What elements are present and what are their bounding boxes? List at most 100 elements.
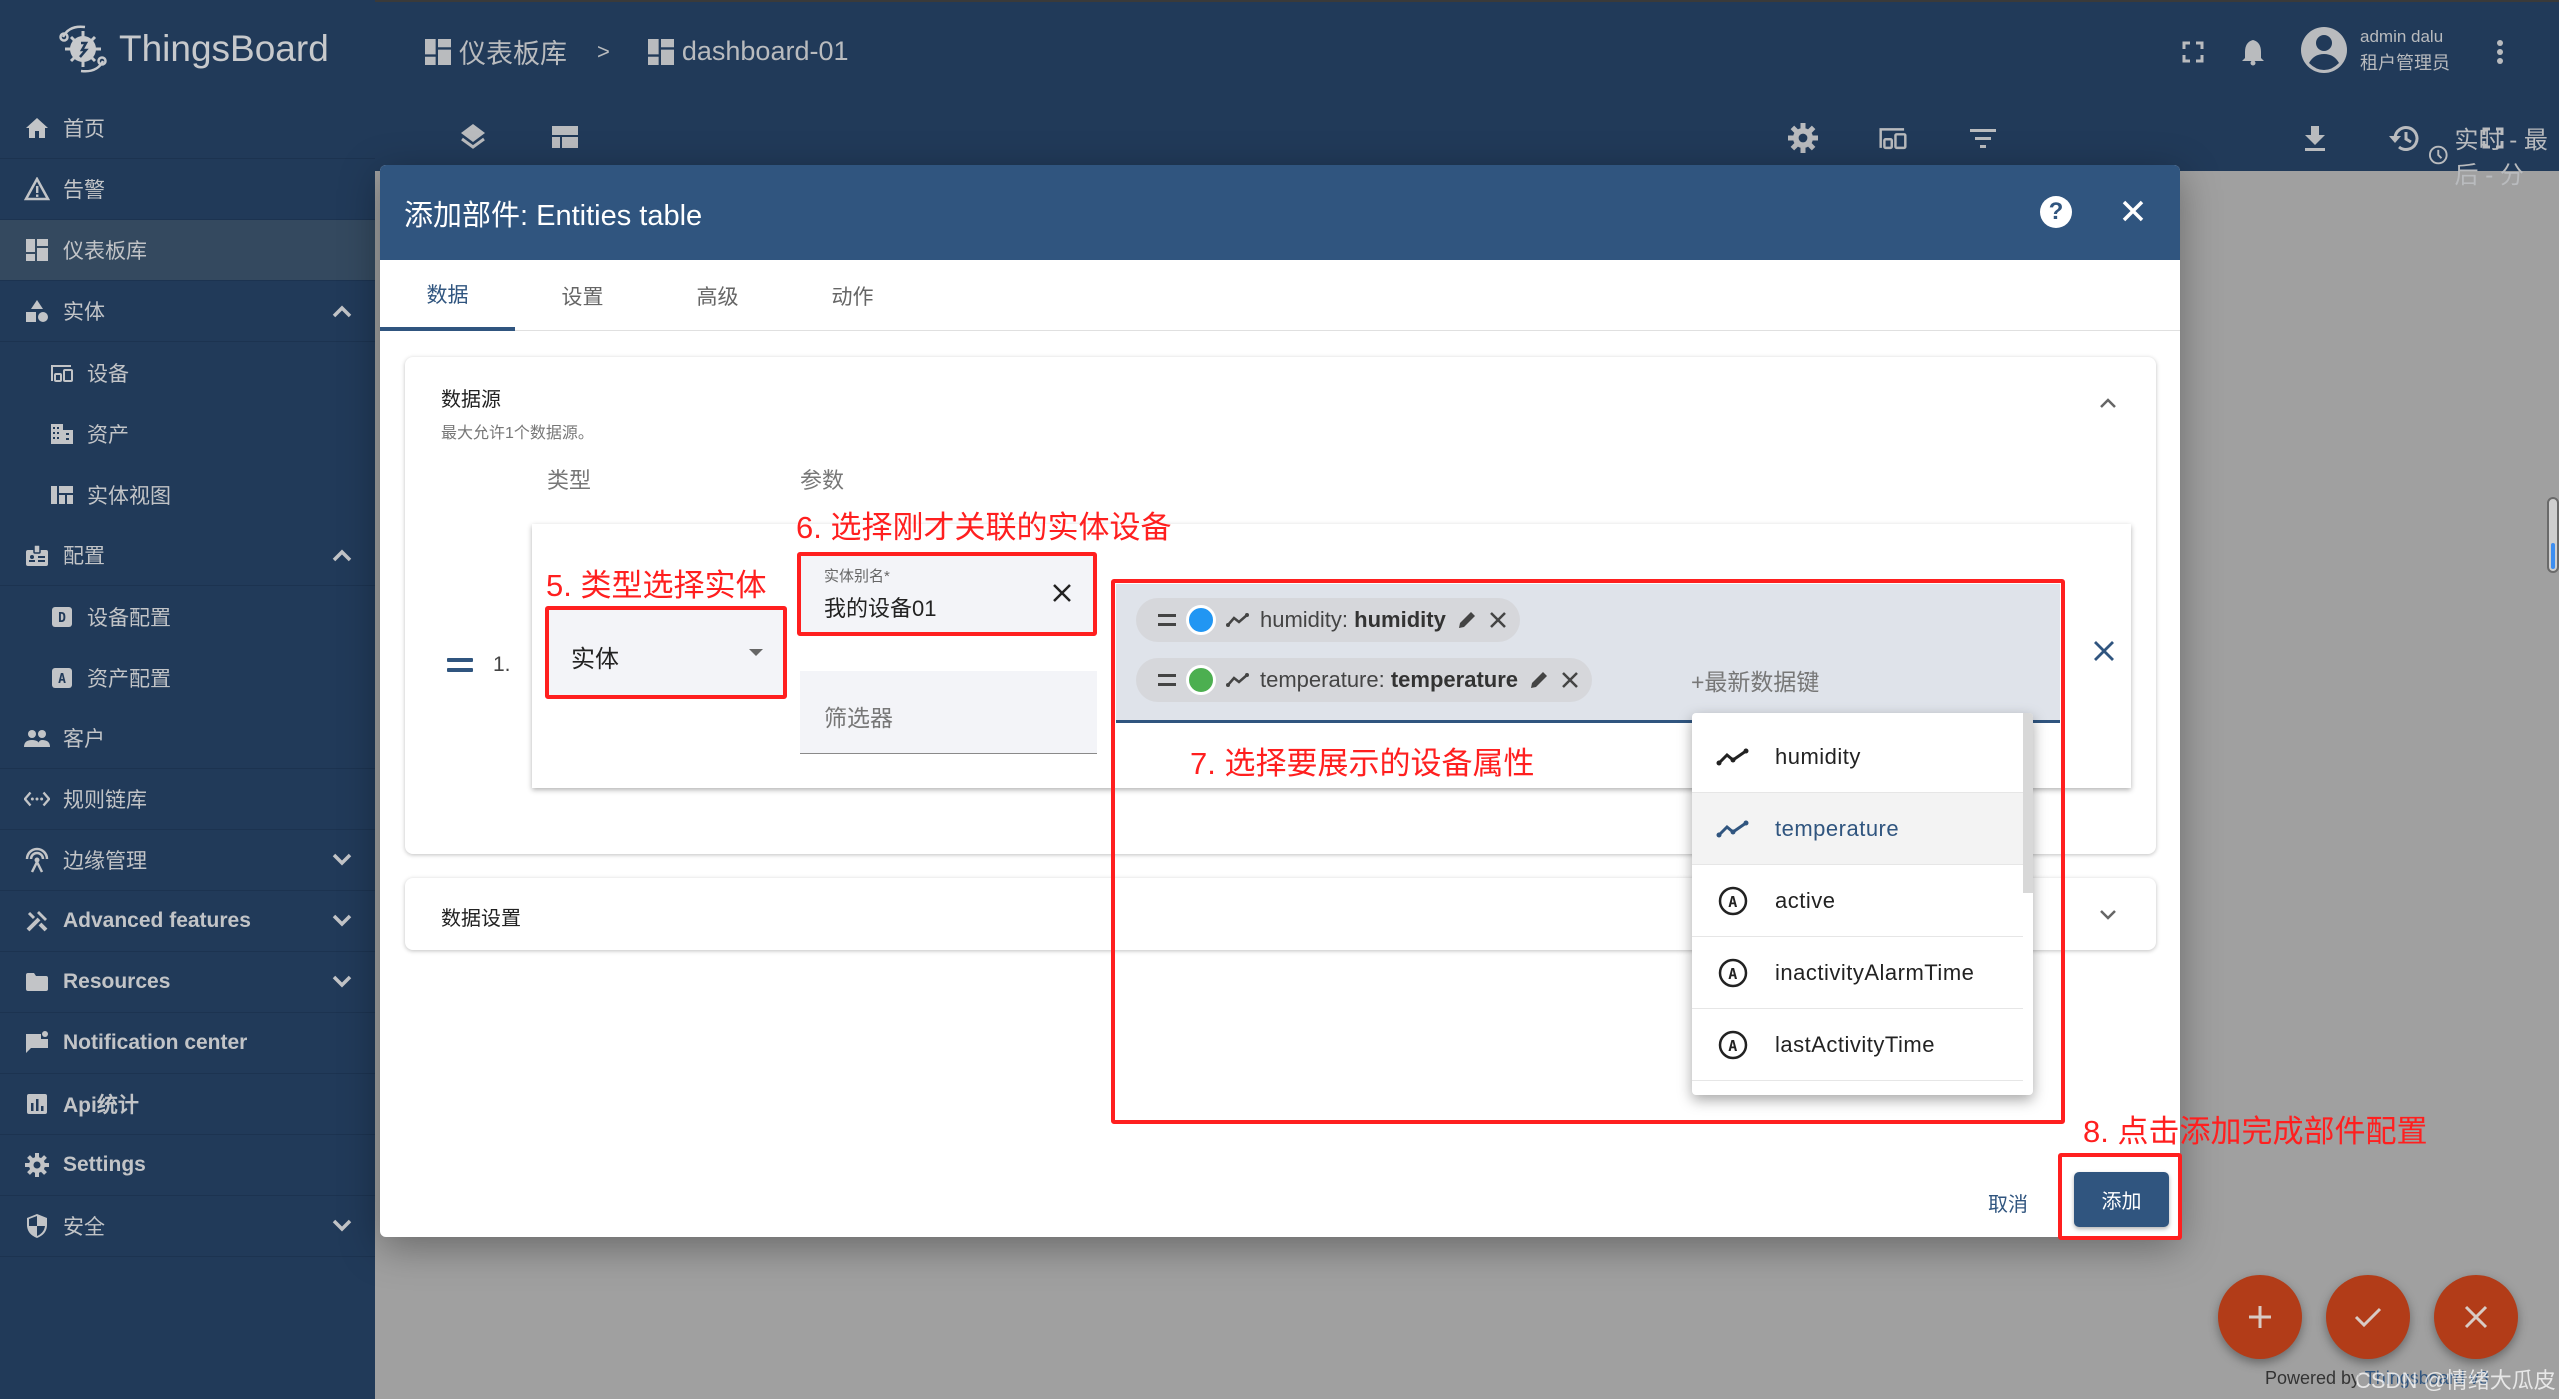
- key-color-swatch[interactable]: [1186, 665, 1216, 695]
- chevron-down-icon[interactable]: [331, 849, 353, 871]
- sidebar-item-alarms[interactable]: 告警: [0, 159, 375, 220]
- cancel-button[interactable]: 取消: [1988, 1188, 2028, 1217]
- edit-icon[interactable]: [1528, 669, 1550, 691]
- sidebar-item-profiles[interactable]: 配置: [0, 525, 375, 586]
- chevron-up-icon[interactable]: [2096, 391, 2120, 415]
- annotation-step5: 5. 类型选择实体: [546, 568, 767, 603]
- data-key-chip[interactable]: temperature: temperature: [1136, 658, 1592, 702]
- sidebar-item-entities[interactable]: 实体: [0, 281, 375, 342]
- tab-actions[interactable]: 动作: [785, 260, 920, 331]
- edit-icon[interactable]: [1456, 609, 1478, 631]
- sidebar-item-api-usage[interactable]: Api统计: [0, 1074, 375, 1135]
- sidebar-item-assets[interactable]: 资产: [0, 403, 375, 464]
- breadcrumb-item-dashboards[interactable]: 仪表板库: [425, 32, 567, 71]
- attribute-icon: A: [1716, 886, 1750, 915]
- autocomplete-option[interactable]: A active: [1692, 865, 2023, 937]
- autocomplete-option[interactable]: A inactivityAlarmTime: [1692, 937, 2023, 1009]
- chevron-down-icon[interactable]: [331, 1215, 353, 1237]
- timeseries-icon: [1716, 815, 1750, 843]
- remove-icon[interactable]: [1560, 670, 1580, 690]
- key-color-swatch[interactable]: [1186, 605, 1216, 635]
- more-vert-icon[interactable]: [2482, 34, 2518, 70]
- autocomplete-option[interactable]: temperature: [1692, 793, 2023, 865]
- drag-handle-icon[interactable]: [1158, 614, 1176, 626]
- datasource-type-value: 实体: [571, 646, 619, 673]
- sidebar-item-security[interactable]: 安全: [0, 1196, 375, 1257]
- chevron-down-icon[interactable]: [2096, 902, 2120, 926]
- breadcrumb-item-dashboard-01: dashboard-01: [647, 36, 849, 67]
- sidebar-item-label: Api统计: [63, 1094, 139, 1117]
- badge-icon: [24, 542, 50, 568]
- data-keys-input[interactable]: humidity: humidity temperature: temperat…: [1116, 584, 2060, 723]
- help-icon[interactable]: ?: [2040, 196, 2072, 228]
- clear-icon[interactable]: [1049, 580, 1075, 606]
- chevron-down-icon[interactable]: [331, 910, 353, 932]
- breadcrumb: 仪表板库 > dashboard-01: [425, 32, 849, 71]
- sidebar-item-label: 实体视图: [87, 484, 171, 508]
- sidebar-item-entity-views[interactable]: 实体视图: [0, 464, 375, 525]
- chevron-down-icon[interactable]: [331, 971, 353, 993]
- data-key-source: humidity: [1354, 607, 1446, 632]
- notifications-bell-icon[interactable]: [2235, 34, 2271, 70]
- sidebar-item-settings[interactable]: Settings: [0, 1135, 375, 1196]
- gear-icon[interactable]: [1785, 120, 1821, 156]
- sidebar-item-resources[interactable]: Resources: [0, 952, 375, 1013]
- remove-datasource-icon[interactable]: [2088, 635, 2120, 667]
- timeseries-icon: [1226, 673, 1249, 687]
- sidebar-item-home[interactable]: 首页: [0, 98, 375, 159]
- layers-icon[interactable]: [455, 119, 491, 155]
- column-label-type: 类型: [547, 468, 592, 493]
- chevron-up-icon[interactable]: [331, 300, 353, 322]
- filter-icon[interactable]: [1965, 120, 2001, 156]
- apply-changes-fab[interactable]: [2326, 1275, 2410, 1359]
- sidebar-item-edge-management[interactable]: 边缘管理: [0, 830, 375, 891]
- datasource-type-select[interactable]: 实体: [547, 609, 783, 697]
- close-icon: [2464, 1305, 2488, 1329]
- sidebar-item-dashboards[interactable]: 仪表板库: [0, 220, 375, 281]
- tab-data[interactable]: 数据: [380, 260, 515, 331]
- dropdown-scrollbar[interactable]: [2023, 713, 2033, 893]
- download-icon[interactable]: [2297, 120, 2333, 156]
- sidebar-item-rule-chains[interactable]: 规则链库: [0, 769, 375, 830]
- devices-icon[interactable]: [1875, 120, 1911, 156]
- autocomplete-option[interactable]: humidity: [1692, 721, 2023, 793]
- dashboard-layout-icon[interactable]: [547, 119, 583, 155]
- remove-icon[interactable]: [1488, 610, 1508, 630]
- fullscreen-icon[interactable]: [2175, 34, 2211, 70]
- sidebar-item-label: Notification center: [63, 1031, 248, 1054]
- sidebar-item-asset-profiles[interactable]: A 资产配置: [0, 647, 375, 708]
- sidebar-item-notification-center[interactable]: Notification center: [0, 1013, 375, 1074]
- devices-icon: [49, 360, 75, 386]
- decline-changes-fab[interactable]: [2434, 1275, 2518, 1359]
- column-label-params: 参数: [800, 468, 845, 493]
- fullscreen-icon[interactable]: [2475, 120, 2511, 156]
- drag-handle-icon[interactable]: [447, 655, 473, 675]
- history-icon[interactable]: [2385, 120, 2421, 156]
- add-data-key-input[interactable]: +最新数据键: [1691, 663, 1819, 697]
- datasource-row-index: 1.: [493, 653, 511, 676]
- sidebar-item-label: Settings: [63, 1153, 146, 1176]
- dashboard-icon: [647, 38, 674, 65]
- drag-handle-icon[interactable]: [1158, 674, 1176, 686]
- tab-advanced[interactable]: 高级: [650, 260, 785, 331]
- user-menu[interactable]: admin dalu 租户管理员: [2300, 24, 2450, 76]
- add-widget-fab[interactable]: [2218, 1275, 2302, 1359]
- close-icon[interactable]: [2115, 193, 2151, 229]
- sidebar-nav: 首页 告警 仪表板库 实体 设备 资产 实体视图 配置 D 设备配置 A 资产配…: [0, 98, 375, 1257]
- filter-field[interactable]: 筛选器: [800, 671, 1097, 754]
- sidebar-item-devices[interactable]: 设备: [0, 342, 375, 403]
- chevron-up-icon[interactable]: [331, 544, 353, 566]
- data-settings-title: 数据设置: [441, 908, 521, 930]
- sidebar-item-advanced-features[interactable]: Advanced features: [0, 891, 375, 952]
- logo[interactable]: ThingsBoard: [55, 18, 329, 80]
- sidebar-item-customers[interactable]: 客户: [0, 708, 375, 769]
- data-key-chip[interactable]: humidity: humidity: [1136, 598, 1520, 642]
- autocomplete-option[interactable]: A lastActivityTime: [1692, 1009, 2023, 1081]
- sidebar-item-label: 告警: [63, 179, 105, 202]
- tab-settings[interactable]: 设置: [515, 260, 650, 331]
- entity-alias-field[interactable]: 实体别名* 我的设备01: [800, 553, 1093, 633]
- add-button[interactable]: 添加: [2074, 1172, 2169, 1227]
- sidebar-item-device-profiles[interactable]: D 设备配置: [0, 586, 375, 647]
- page-scrollbar[interactable]: [2547, 497, 2559, 573]
- settings-ethernet-icon: [24, 786, 50, 812]
